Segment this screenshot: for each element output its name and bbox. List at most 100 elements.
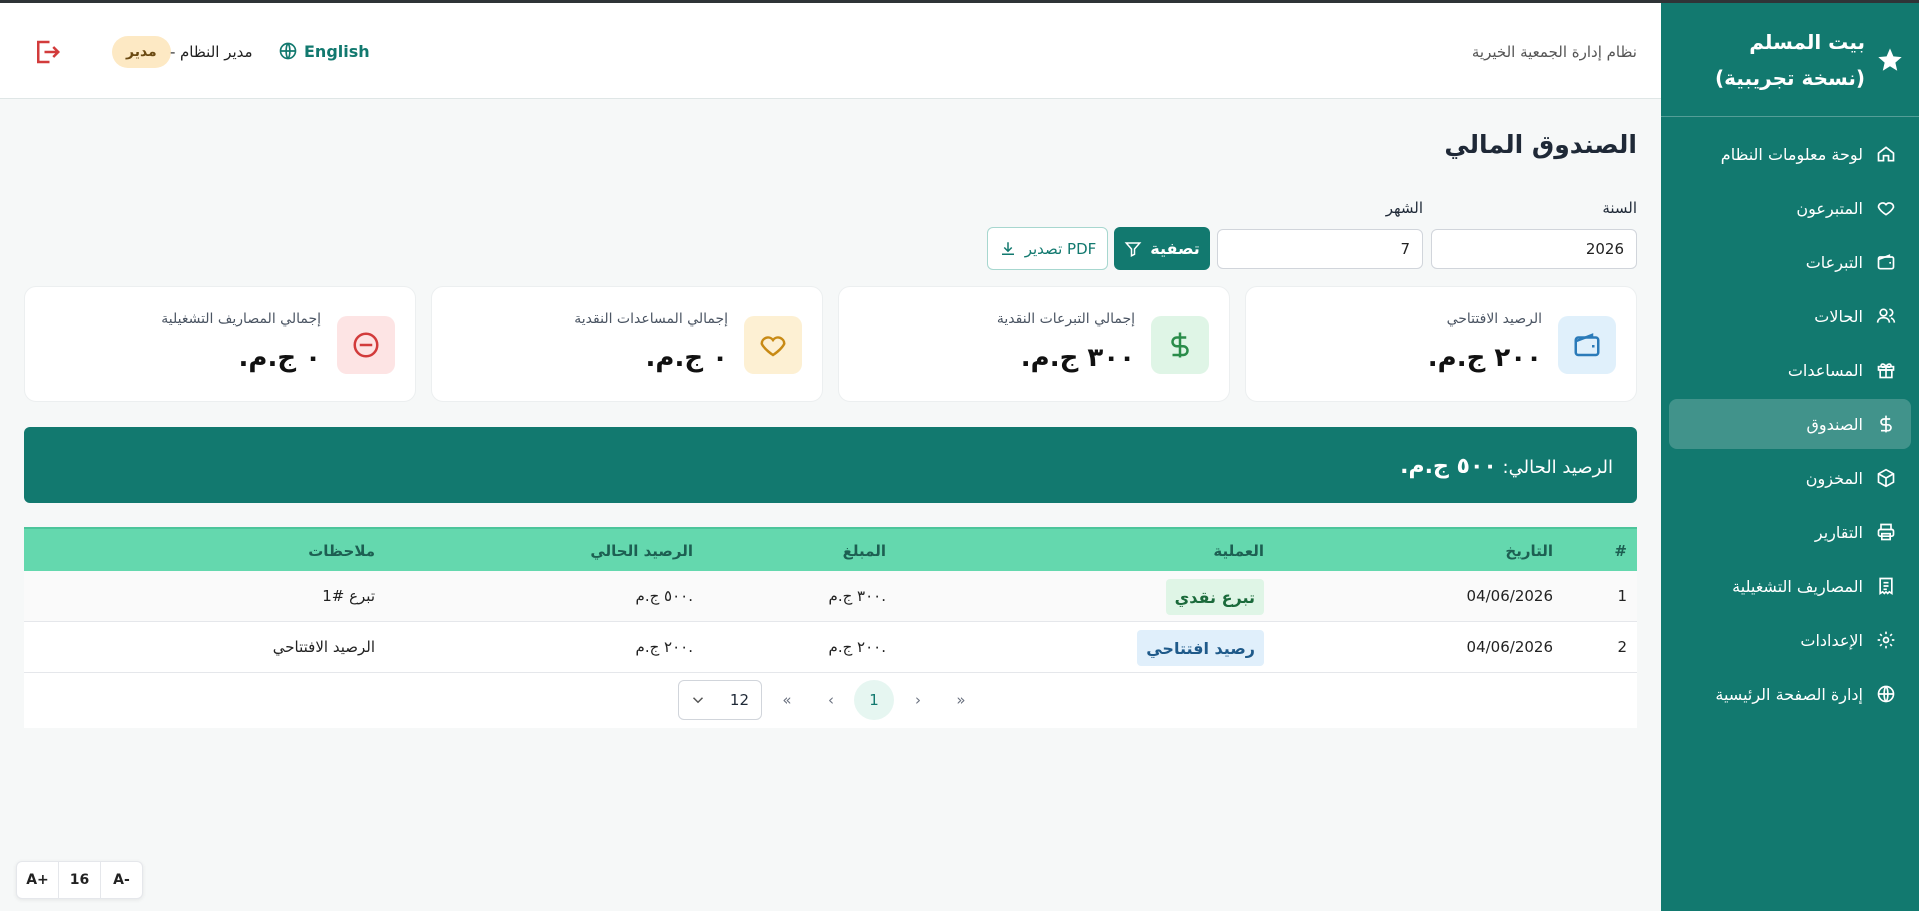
sidebar-item-label: الإعدادات [1800, 630, 1863, 650]
card-opening-balance: الرصيد الافتتاحي ٢٠٠ ج.م. [1245, 286, 1637, 402]
dollar-icon [1875, 413, 1897, 435]
year-input[interactable] [1431, 229, 1637, 269]
col-amount: المبلغ [842, 542, 886, 560]
page-size-select[interactable]: 12 [678, 680, 762, 720]
sidebar-item-label: إدارة الصفحة الرئيسية [1715, 684, 1863, 704]
system-title: نظام إدارة الجمعية الخيرية [1471, 43, 1637, 61]
gear-icon [1875, 629, 1897, 651]
user-name: مدير النظام [180, 43, 253, 61]
users-icon [1875, 305, 1897, 327]
sidebar-item-label: التقارير [1814, 522, 1863, 542]
minus-circle-icon [337, 316, 395, 374]
sidebar-item-label: التبرعات [1805, 252, 1863, 272]
brand-name: بيت المسلم (نسخة تجريبية) [1715, 29, 1865, 90]
sidebar-nav: لوحة معلومات النظام المتبرعون التبرعات ا… [1661, 117, 1919, 719]
sidebar-item-donations[interactable]: التبرعات [1669, 237, 1911, 287]
wallet-icon [1558, 316, 1616, 374]
sidebar-item-homepage[interactable]: إدارة الصفحة الرئيسية [1669, 669, 1911, 719]
card-title: إجمالي المصاريف التشغيلية [161, 311, 321, 327]
next-page-button[interactable]: › [898, 680, 938, 720]
cell-index: 2 [1617, 638, 1627, 656]
sidebar-item-label: الحالات [1814, 306, 1863, 326]
table-row[interactable]: 1 04/06/2026 تبرع نقدي ٣٠٠ ج.م. ٥٠٠ ج.م.… [24, 571, 1637, 622]
box-icon [1875, 467, 1897, 489]
sidebar-item-label: الصندوق [1806, 414, 1863, 434]
header: نظام إدارة الجمعية الخيرية مدير - مدير ا… [0, 3, 1661, 99]
printer-icon [1875, 521, 1897, 543]
export-label: تصدير PDF [1024, 239, 1097, 258]
dollar-icon [1151, 316, 1209, 374]
month-input[interactable] [1217, 229, 1423, 269]
page-size-value: 12 [729, 691, 749, 709]
sidebar-item-settings[interactable]: الإعدادات [1669, 615, 1911, 665]
export-pdf-button[interactable]: تصدير PDF [987, 227, 1108, 270]
col-index: # [1614, 542, 1627, 560]
col-notes: ملاحظات [308, 542, 375, 560]
month-label: الشهر [1385, 199, 1423, 217]
font-increase-button[interactable]: A+ [17, 862, 59, 898]
prev-page-button[interactable]: ‹ [811, 680, 851, 720]
sidebar-item-label: المتبرعون [1796, 198, 1863, 218]
sidebar-item-label: المصاريف التشغيلية [1732, 576, 1863, 596]
card-operating-expenses: إجمالي المصاريف التشغيلية ٠ ج.م. [24, 286, 416, 402]
operation-badge: تبرع نقدي [1165, 579, 1264, 615]
operation-badge: رصيد افتتاحي [1137, 630, 1264, 666]
cell-balance: ٢٠٠ ج.م. [635, 638, 693, 656]
current-balance-bar: الرصيد الحالي: ٥٠٠ ج.م. [24, 427, 1637, 503]
globe-icon [1875, 683, 1897, 705]
home-icon [1875, 143, 1897, 165]
star-icon [1873, 46, 1907, 74]
first-page-button[interactable]: « [767, 680, 807, 720]
wallet-icon [1875, 251, 1897, 273]
sidebar-item-inventory[interactable]: المخزون [1669, 453, 1911, 503]
cell-date: 04/06/2026 [1466, 587, 1553, 605]
card-title: الرصيد الافتتاحي [1446, 311, 1542, 327]
col-date: التاريخ [1505, 542, 1553, 560]
sidebar-item-reports[interactable]: التقارير [1669, 507, 1911, 557]
chevron-down-icon [692, 697, 704, 704]
sidebar-item-dashboard[interactable]: لوحة معلومات النظام [1669, 129, 1911, 179]
font-decrease-button[interactable]: A- [101, 862, 142, 898]
sidebar-item-cases[interactable]: الحالات [1669, 291, 1911, 341]
col-balance: الرصيد الحالي [590, 542, 693, 560]
receipt-icon [1875, 575, 1897, 597]
globe-icon [279, 42, 297, 60]
sidebar-item-label: المساعدات [1787, 360, 1863, 380]
last-page-button[interactable]: » [941, 680, 981, 720]
cell-notes: تبرع #1 [322, 587, 375, 605]
cell-index: 1 [1617, 587, 1627, 605]
card-cash-aid: إجمالي المساعدات النقدية ٠ ج.م. [431, 286, 823, 402]
sidebar-item-label: لوحة معلومات النظام [1720, 144, 1863, 164]
download-icon [1001, 241, 1014, 255]
table-header: # التاريخ العملية المبلغ الرصيد الحالي م… [24, 527, 1637, 571]
cell-balance: ٥٠٠ ج.م. [635, 587, 693, 605]
card-title: إجمالي المساعدات النقدية [574, 311, 728, 327]
current-balance-label: الرصيد الحالي: [1502, 457, 1613, 478]
language-switch[interactable]: English [278, 41, 370, 61]
sidebar-item-label: المخزون [1805, 468, 1863, 488]
year-label: السنة [1602, 199, 1637, 217]
sidebar-item-aids[interactable]: المساعدات [1669, 345, 1911, 395]
card-value: ٠ ج.م. [238, 343, 321, 373]
page-button-current[interactable]: 1 [854, 680, 894, 720]
current-balance-value: ٥٠٠ ج.م. [1400, 454, 1497, 479]
pagination: 12 « ‹ 1 › » [0, 680, 1661, 720]
sidebar-item-fund[interactable]: الصندوق [1669, 399, 1911, 449]
heart-icon [1875, 197, 1897, 219]
filter-label: تصفية [1150, 239, 1200, 258]
heart-icon [744, 316, 802, 374]
cell-amount: ٣٠٠ ج.م. [828, 587, 886, 605]
sidebar-item-donors[interactable]: المتبرعون [1669, 183, 1911, 233]
page-title: الصندوق المالي [1444, 130, 1637, 159]
table-row[interactable]: 2 04/06/2026 رصيد افتتاحي ٢٠٠ ج.م. ٢٠٠ ج… [24, 622, 1637, 673]
gift-icon [1875, 359, 1897, 381]
font-size-control: A+ 16 A- [16, 861, 143, 899]
sidebar-item-expenses[interactable]: المصاريف التشغيلية [1669, 561, 1911, 611]
filter-button[interactable]: تصفية [1114, 227, 1210, 270]
top-strip [0, 0, 1919, 3]
cell-notes: الرصيد الافتتاحي [272, 638, 375, 656]
user-role-badge: مدير [112, 36, 171, 68]
filter-icon [1124, 241, 1142, 257]
sidebar: بيت المسلم (نسخة تجريبية) لوحة معلومات ا… [1661, 3, 1919, 911]
logout-icon[interactable] [32, 37, 62, 67]
